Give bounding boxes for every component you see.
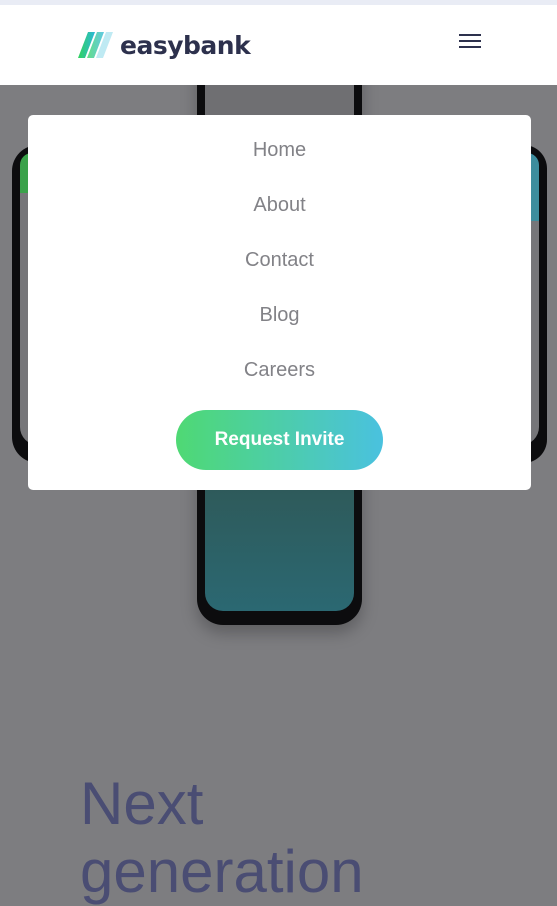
- hero-headline: Next generation: [80, 770, 364, 906]
- nav-link-careers[interactable]: Careers: [28, 359, 531, 382]
- hero-headline-line2: generation: [80, 838, 364, 905]
- nav-link-home[interactable]: Home: [28, 139, 531, 162]
- nav-link-contact[interactable]: Contact: [28, 249, 531, 272]
- nav-link-about[interactable]: About: [28, 194, 531, 217]
- logo-mark-icon: [78, 32, 113, 58]
- hamburger-icon[interactable]: [459, 33, 481, 49]
- site-header: easybank: [0, 5, 557, 85]
- logo[interactable]: easybank: [78, 30, 251, 60]
- nav-link-blog[interactable]: Blog: [28, 304, 531, 327]
- hero-headline-line1: Next: [80, 770, 204, 837]
- logo-text: easybank: [120, 30, 251, 60]
- mobile-nav-menu: Home About Contact Blog Careers Request …: [28, 115, 531, 490]
- request-invite-button[interactable]: Request Invite: [176, 410, 383, 470]
